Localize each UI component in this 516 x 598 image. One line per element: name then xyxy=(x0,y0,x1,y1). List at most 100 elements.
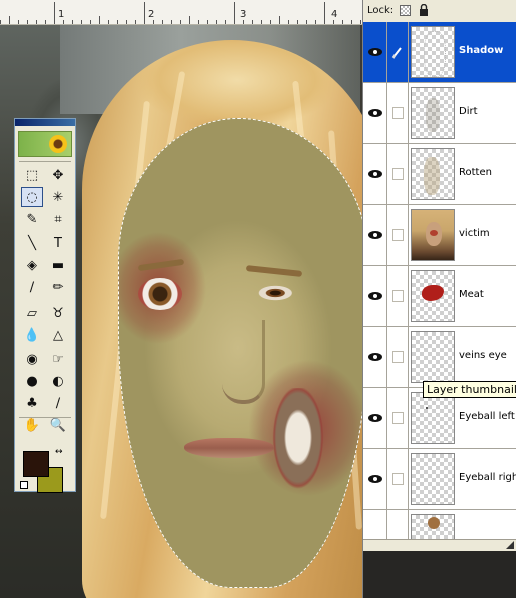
layer-row[interactable]: veins eye xyxy=(363,327,516,388)
layer-thumbnail[interactable] xyxy=(411,331,455,383)
layer-row[interactable]: victim xyxy=(363,205,516,266)
ruler-tick xyxy=(243,20,244,24)
eraser-icon[interactable]: ▱ xyxy=(21,303,43,323)
layer-row[interactable]: Dirt xyxy=(363,83,516,144)
zoom-icon[interactable]: 🔍 xyxy=(47,415,69,435)
sharpen-icon[interactable]: △ xyxy=(47,325,69,345)
layer-thumbnail[interactable] xyxy=(411,209,455,261)
eye-icon xyxy=(367,48,382,56)
layer-thumbnail[interactable] xyxy=(411,87,455,139)
eye-icon xyxy=(367,231,382,239)
horizontal-ruler[interactable]: 1 2 3 4 xyxy=(0,0,362,25)
layer-name[interactable]: Dirt xyxy=(459,106,478,117)
brush-icon xyxy=(391,47,402,59)
visibility-toggle[interactable] xyxy=(363,22,387,82)
sponge-icon[interactable]: ◐ xyxy=(47,371,69,391)
visibility-toggle[interactable] xyxy=(363,144,387,204)
visibility-toggle[interactable] xyxy=(363,388,387,448)
dodge-icon[interactable]: ● xyxy=(21,371,43,391)
layer-name[interactable]: Eyeball right xyxy=(459,472,516,483)
link-toggle[interactable] xyxy=(387,449,409,509)
layers-list: Shadow Dirt Rotten victim Meat veins eye Eyeba… xyxy=(363,22,516,539)
layer-thumbnail[interactable] xyxy=(411,148,455,200)
layer-thumbnail[interactable] xyxy=(411,270,455,322)
resize-grip-icon[interactable] xyxy=(506,541,514,549)
ruler-tick xyxy=(324,2,325,24)
link-toggle[interactable] xyxy=(387,144,409,204)
layer-name[interactable]: Shadow xyxy=(459,45,503,56)
visibility-toggle[interactable] xyxy=(363,83,387,143)
layer-row[interactable]: Rotten xyxy=(363,144,516,205)
ruler-tick xyxy=(18,20,19,24)
blur-icon[interactable]: 💧 xyxy=(21,325,43,345)
line-icon[interactable]: ╲ xyxy=(21,233,43,253)
lock-label: Lock: xyxy=(367,5,394,16)
visibility-toggle[interactable] xyxy=(363,266,387,326)
link-icon xyxy=(391,290,404,302)
ruler-tick xyxy=(90,20,91,24)
eye-icon xyxy=(367,353,382,361)
link-toggle[interactable] xyxy=(387,388,409,448)
lasso-icon[interactable]: ◌ xyxy=(21,187,43,207)
visibility-toggle[interactable] xyxy=(363,449,387,509)
layer-name[interactable]: Meat xyxy=(459,289,484,300)
link-toggle[interactable] xyxy=(387,266,409,326)
gradient-icon[interactable]: ▬ xyxy=(47,255,69,275)
layer-name[interactable]: Rotten xyxy=(459,167,492,178)
layer-row[interactable]: Shadow xyxy=(363,22,516,83)
default-colors-icon[interactable] xyxy=(20,481,28,489)
ruler-tick xyxy=(252,20,253,24)
visibility-toggle[interactable] xyxy=(363,205,387,265)
layer-thumbnail[interactable] xyxy=(411,453,455,505)
layer-name[interactable]: Eyeball left xyxy=(459,411,515,422)
lock-transparency-icon[interactable] xyxy=(400,5,411,16)
smudge-icon[interactable]: ◉ xyxy=(21,349,43,369)
layer-name[interactable]: veins eye xyxy=(459,350,507,361)
marquee-icon[interactable]: ⬚ xyxy=(21,165,43,185)
stamp-icon[interactable]: ♣ xyxy=(21,393,43,413)
brush-icon[interactable]: ∕ xyxy=(21,277,43,297)
swap-colors-icon[interactable]: ↔ xyxy=(55,447,63,457)
link-toggle[interactable] xyxy=(387,510,409,539)
visibility-toggle[interactable] xyxy=(363,327,387,387)
crop-icon[interactable]: ⌗ xyxy=(47,209,69,229)
ruler-tick xyxy=(351,20,352,24)
layer-thumbnail[interactable] xyxy=(411,26,455,78)
toolbox-title-bar[interactable] xyxy=(15,119,75,126)
lock-all-icon[interactable] xyxy=(419,4,429,16)
ruler-tick xyxy=(9,16,10,24)
paint-bucket-icon[interactable]: ◈ xyxy=(21,255,43,275)
hand-icon[interactable]: ✋ xyxy=(21,415,43,435)
photoshop-logo[interactable] xyxy=(18,131,72,157)
brush-edit-indicator[interactable] xyxy=(387,22,409,82)
ruler-tick xyxy=(360,20,361,24)
layer-row[interactable]: Eyeball right xyxy=(363,449,516,510)
magic-wand-icon[interactable]: ✳ xyxy=(47,187,69,207)
layer-name[interactable]: victim xyxy=(459,228,490,239)
link-toggle[interactable] xyxy=(387,327,409,387)
link-icon xyxy=(391,473,404,485)
eye-icon xyxy=(367,414,382,422)
foreground-color-swatch[interactable] xyxy=(23,451,49,477)
sun-icon xyxy=(49,135,67,153)
burn-icon[interactable]: ☞ xyxy=(47,349,69,369)
layer-thumbnail[interactable] xyxy=(411,514,455,539)
link-toggle[interactable] xyxy=(387,205,409,265)
clone-stamp-icon[interactable]: ♉ xyxy=(47,303,69,323)
type-icon[interactable]: T xyxy=(47,233,69,253)
link-icon xyxy=(391,412,404,424)
eyedropper-icon[interactable]: ∕ xyxy=(47,393,69,413)
ruler-tick xyxy=(234,2,235,24)
lasso-selection[interactable] xyxy=(118,118,362,588)
brush-slice-icon[interactable]: ✎ xyxy=(21,209,43,229)
layer-row[interactable] xyxy=(363,510,516,539)
move-icon[interactable]: ✥ xyxy=(47,165,69,185)
link-icon xyxy=(391,107,404,119)
ruler-tick xyxy=(54,2,55,24)
ruler-number: 4 xyxy=(331,9,338,20)
pencil-icon[interactable]: ✏ xyxy=(47,277,69,297)
visibility-toggle[interactable] xyxy=(363,510,387,539)
layer-thumbnail[interactable] xyxy=(411,392,455,444)
link-toggle[interactable] xyxy=(387,83,409,143)
layer-row[interactable]: Meat xyxy=(363,266,516,327)
